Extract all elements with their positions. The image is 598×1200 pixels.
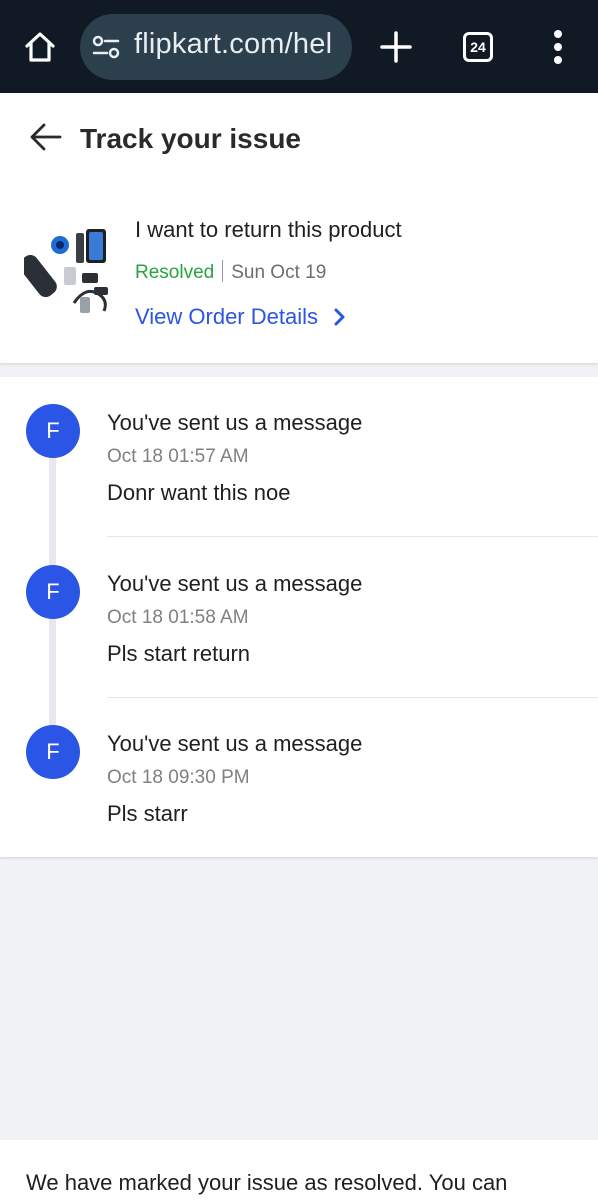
page-title: Track your issue [80, 123, 302, 154]
tabs-icon[interactable]: 24 [463, 32, 493, 62]
chevron-right-icon [334, 308, 345, 326]
timeline-item: F You've sent us a message Oct 18 09:30 … [0, 698, 598, 858]
view-order-details-label: View Order Details [135, 304, 318, 329]
status-date: Sun Oct 19 [231, 262, 327, 283]
plus-icon[interactable] [378, 29, 414, 65]
home-icon[interactable] [22, 29, 58, 65]
resolution-text: We have marked your issue as resolved. Y… [26, 1170, 508, 1195]
avatar: F [26, 725, 80, 779]
view-order-details-link[interactable]: View Order Details [135, 304, 346, 330]
message-text: Pls start return [107, 641, 251, 666]
status-badge: Resolved [135, 262, 215, 283]
message-text: Donr want this noe [107, 480, 291, 505]
issue-title: I want to return this product [135, 217, 402, 242]
resolution-note: We have marked your issue as resolved. Y… [0, 1140, 598, 1200]
address-bar[interactable]: flipkart.com/hel [80, 14, 352, 80]
timeline-item: F You've sent us a message Oct 18 01:58 … [0, 538, 598, 698]
avatar: F [26, 404, 80, 458]
issue-status-line: Resolved Sun Oct 19 [135, 260, 326, 284]
issue-header-card: Track your issue I want to return this p… [0, 93, 598, 363]
more-vert-icon[interactable] [548, 30, 568, 64]
message-timeline: F You've sent us a message Oct 18 01:57 … [0, 377, 598, 857]
message-heading: You've sent us a message [107, 410, 363, 435]
message-text: Pls starr [107, 801, 188, 826]
arrow-left-icon[interactable] [26, 117, 66, 157]
browser-toolbar: flipkart.com/hel 24 [0, 0, 598, 93]
timeline-item: F You've sent us a message Oct 18 01:57 … [0, 377, 598, 537]
avatar: F [26, 565, 80, 619]
message-heading: You've sent us a message [107, 731, 363, 756]
message-heading: You've sent us a message [107, 571, 363, 596]
message-time: Oct 18 09:30 PM [107, 767, 250, 788]
message-time: Oct 18 01:57 AM [107, 446, 249, 467]
divider [107, 536, 598, 537]
product-image [19, 227, 112, 315]
site-info-icon[interactable] [92, 34, 120, 60]
status-divider [222, 260, 224, 282]
url-text[interactable]: flipkart.com/hel [134, 28, 332, 61]
message-time: Oct 18 01:58 AM [107, 607, 249, 628]
